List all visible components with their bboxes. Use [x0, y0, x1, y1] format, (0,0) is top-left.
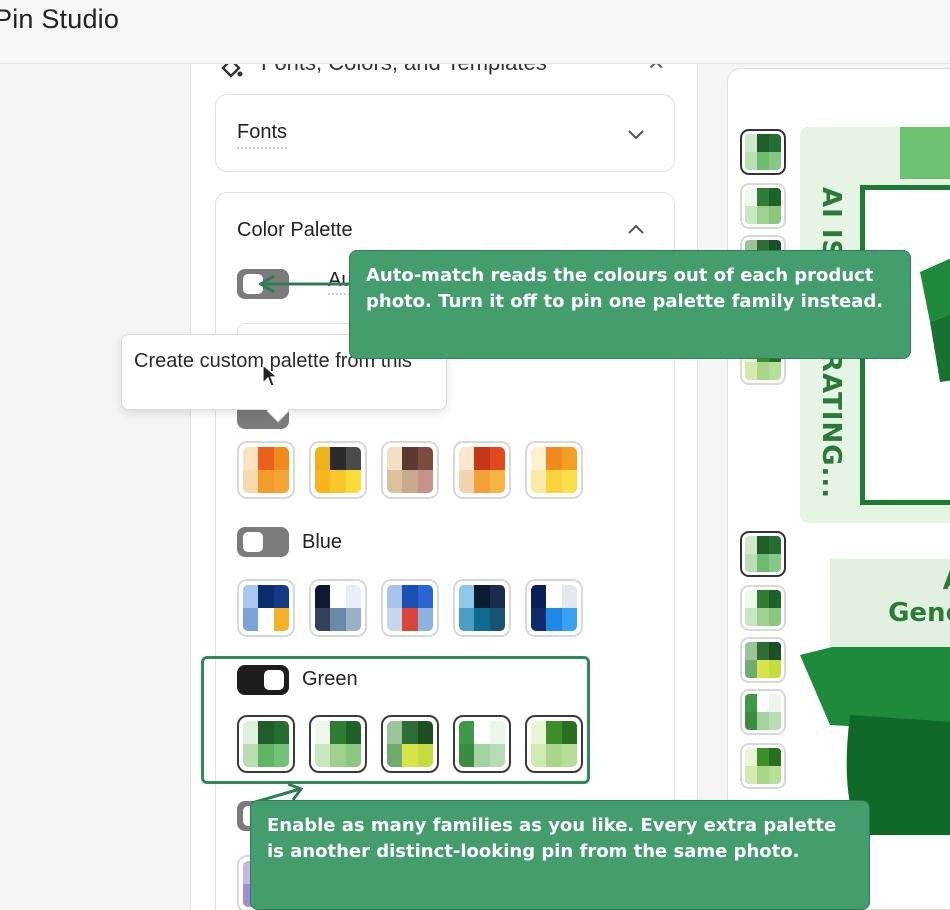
palette-swatch[interactable]	[381, 441, 439, 499]
blue-family-label: Blue	[302, 531, 343, 553]
preview-palette-swatch[interactable]	[740, 637, 786, 683]
app-title: Pin Studio	[0, 4, 120, 34]
preview-palette-swatch[interactable]	[740, 531, 786, 577]
panel-header-title: Fonts, Colors, and Templates	[261, 64, 547, 76]
pin-preview-pane: AI IS GENERATING... AI is Generat	[727, 68, 950, 910]
preview-palette-swatch[interactable]	[740, 183, 786, 229]
palette-swatch[interactable]	[309, 579, 367, 637]
preview-palette-swatch[interactable]	[740, 743, 786, 789]
palette-swatch[interactable]	[381, 579, 439, 637]
palette-swatch[interactable]	[453, 441, 511, 499]
fonts-section[interactable]: Fonts	[215, 94, 675, 172]
close-icon[interactable]: ✕	[647, 64, 665, 76]
fonts-section-label: Fonts	[237, 121, 288, 149]
auto-match-toggle[interactable]	[237, 269, 289, 299]
paint-bucket-icon	[217, 64, 245, 87]
preview-palette-swatch[interactable]	[740, 585, 786, 631]
palette-swatch[interactable]	[309, 441, 367, 499]
palette-swatch[interactable]	[525, 579, 583, 637]
color-palette-title: Color Palette	[237, 219, 353, 241]
palette-swatch[interactable]	[453, 579, 511, 637]
pin1-accent-bar	[900, 127, 950, 179]
chevron-up-icon[interactable]	[627, 223, 645, 235]
app-header: Pin Studio	[0, 0, 950, 64]
graduation-cap-image	[920, 258, 950, 382]
chevron-down-icon[interactable]	[627, 129, 645, 141]
auto-match-callout: Auto-match reads the colours out of each…	[349, 250, 911, 359]
palette-swatch[interactable]	[237, 441, 295, 499]
pin2-headline: AI is Generat	[888, 566, 950, 628]
preview-palette-swatch[interactable]	[740, 129, 786, 175]
families-callout: Enable as many families as you like. Eve…	[250, 800, 870, 910]
palette-swatch[interactable]	[237, 579, 295, 637]
mouse-cursor-icon	[261, 363, 279, 394]
panel-header: Fonts, Colors, and Templates ✕	[191, 64, 697, 88]
blue-family-toggle[interactable]	[237, 527, 289, 557]
green-family-highlight	[201, 656, 590, 784]
preview-palette-swatch[interactable]	[740, 689, 786, 735]
palette-swatch[interactable]	[525, 441, 583, 499]
